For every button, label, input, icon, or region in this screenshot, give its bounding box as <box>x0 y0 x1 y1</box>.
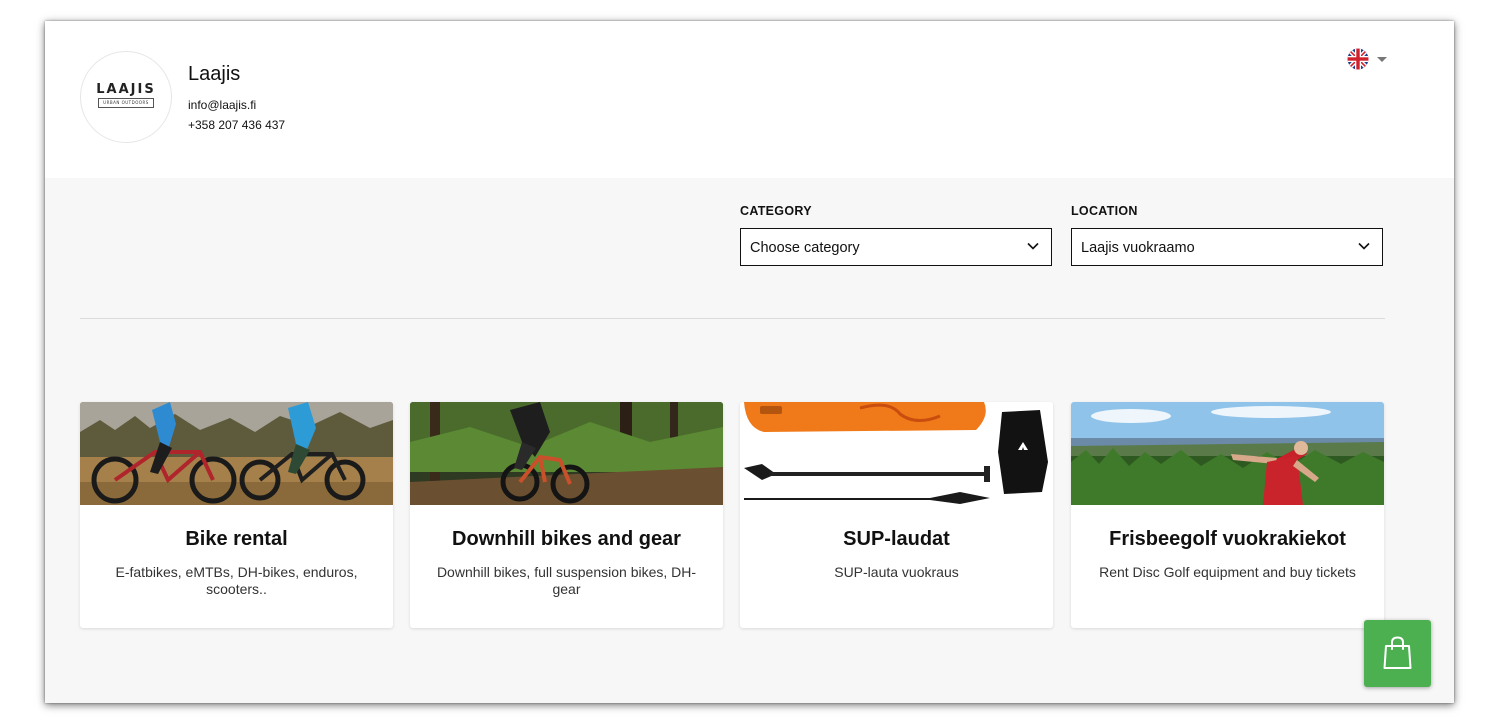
shop-email: info@laajis.fi <box>188 98 257 112</box>
downhill-bikes-image <box>410 402 723 505</box>
chevron-down-icon <box>1377 57 1387 62</box>
location-select-value: Laajis vuokraamo <box>1081 240 1195 256</box>
logo-wordmark: LAAJIS <box>96 82 156 97</box>
uk-flag-icon <box>1347 48 1369 70</box>
language-selector[interactable] <box>1347 48 1389 70</box>
shop-header: LAAJIS URBAN OUTDOORS Laajis info@laajis… <box>45 21 1454 178</box>
card-description: SUP-lauta vuokraus <box>834 564 959 580</box>
card-description: Downhill bikes, full suspension bikes, D… <box>436 564 697 597</box>
shop-logo: LAAJIS URBAN OUTDOORS <box>80 51 172 143</box>
card-title: Bike rental <box>185 528 288 550</box>
category-card-frisbeegolf[interactable]: Frisbeegolf vuokrakiekot Rent Disc Golf … <box>1071 402 1384 628</box>
category-card-sup-laudat[interactable]: SUP-laudat SUP-lauta vuokraus <box>740 402 1053 628</box>
category-card-bike-rental[interactable]: Bike rental E-fatbikes, eMTBs, DH-bikes,… <box>80 402 393 628</box>
cart-button[interactable] <box>1364 620 1431 687</box>
category-select[interactable]: Choose category <box>740 228 1052 266</box>
section-divider <box>80 318 1385 319</box>
card-title: Downhill bikes and gear <box>452 528 681 550</box>
category-label: CATEGORY <box>740 204 812 218</box>
card-description: E-fatbikes, eMTBs, DH-bikes, enduros, sc… <box>115 564 358 597</box>
chevron-down-icon <box>1027 242 1039 250</box>
bike-rental-image <box>80 402 393 505</box>
location-select[interactable]: Laajis vuokraamo <box>1071 228 1383 266</box>
frisbeegolf-image <box>1071 402 1384 505</box>
location-label: LOCATION <box>1071 204 1138 218</box>
card-title: SUP-laudat <box>843 528 950 550</box>
logo-tagline: URBAN OUTDOORS <box>98 98 154 108</box>
category-card-downhill-bikes[interactable]: Downhill bikes and gear Downhill bikes, … <box>410 402 723 628</box>
shopping-bag-icon <box>1383 636 1412 669</box>
sup-board-image <box>740 402 1053 505</box>
shop-name: Laajis <box>188 63 241 85</box>
card-title: Frisbeegolf vuokrakiekot <box>1109 528 1346 550</box>
shop-phone: +358 207 436 437 <box>188 118 286 132</box>
category-select-value: Choose category <box>750 240 860 256</box>
chevron-down-icon <box>1358 242 1370 250</box>
booking-page: LAAJIS URBAN OUTDOORS Laajis info@laajis… <box>45 21 1454 703</box>
card-description: Rent Disc Golf equipment and buy tickets <box>1099 564 1356 580</box>
